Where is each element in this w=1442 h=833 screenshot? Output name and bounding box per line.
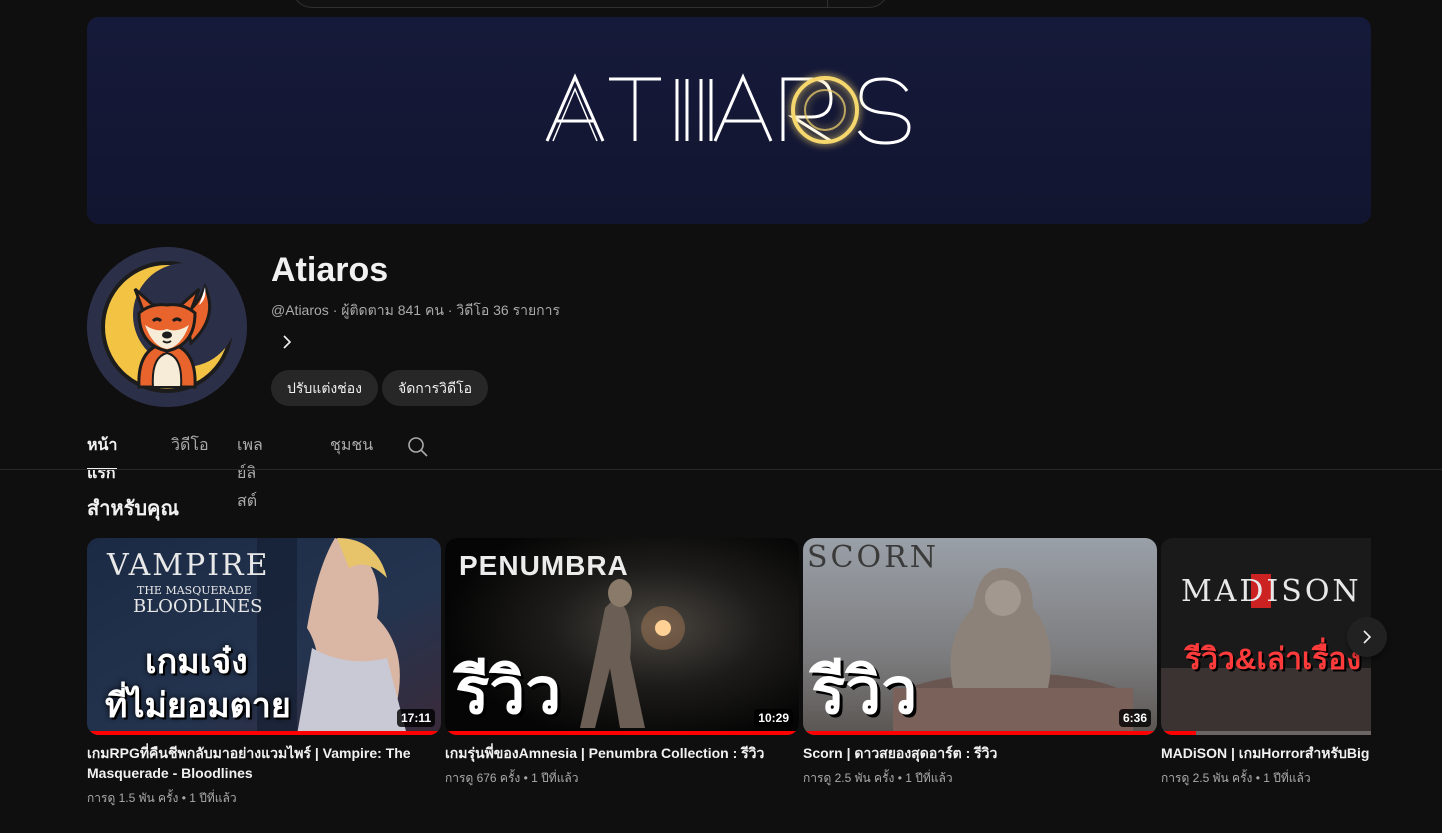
- video-title[interactable]: เกมRPGที่คืนชีพกลับมาอย่างแวมไพร์ | Vamp…: [87, 743, 427, 783]
- video-card[interactable]: SCORN รีวิว 6:36 Scorn | ดาวสยองสุดอาร์ต…: [803, 538, 1157, 788]
- channel-meta: @Atiaros · ผู้ติดตาม 841 คน · วิดีโอ 36 …: [271, 300, 560, 322]
- video-meta: การดู 1.5 พัน ครั้ง • 1 ปีที่แล้ว: [87, 789, 441, 808]
- progress-bar: [87, 731, 441, 735]
- video-title[interactable]: MADiSON | เกมHorrorสำหรับBig Brain: [1161, 743, 1371, 763]
- search-bar-divider: [827, 0, 828, 7]
- subscriber-count: ผู้ติดตาม 841 คน: [341, 302, 444, 318]
- upload-age: 1 ปีที่แล้ว: [531, 771, 579, 785]
- view-count: การดู 1.5 พัน ครั้ง: [87, 791, 179, 805]
- progress-bar: [1161, 731, 1197, 735]
- duration-badge: 6:36: [1118, 709, 1151, 727]
- video-meta: การดู 676 ครั้ง • 1 ปีที่แล้ว: [445, 769, 799, 788]
- video-title[interactable]: Scorn | ดาวสยองสุดอาร์ต : รีวิว: [803, 743, 1143, 763]
- video-card[interactable]: MADISON รีวิว&เล่าเรื่อง MADiSON | เกมHo…: [1161, 538, 1371, 788]
- video-title[interactable]: เกมรุ่นพี่ของAmnesia | Penumbra Collecti…: [445, 743, 785, 763]
- thumb-title: MADISON: [1181, 574, 1362, 609]
- thumb-title: SCORN: [807, 540, 939, 575]
- thumb-subtitle: BLOODLINES: [133, 596, 263, 617]
- tab-community[interactable]: ชุมชน: [330, 432, 373, 468]
- thumb-title: VAMPIRE: [107, 548, 270, 583]
- meta-separator: ·: [447, 302, 453, 318]
- upload-age: 1 ปีที่แล้ว: [189, 791, 237, 805]
- video-thumbnail[interactable]: VAMPIRE THE MASQUERADE BLOODLINES เกมเจ๋…: [87, 538, 441, 735]
- progress-bar: [803, 731, 1157, 735]
- upload-age: 1 ปีที่แล้ว: [905, 771, 953, 785]
- video-meta: การดู 2.5 พัน ครั้ง • 1 ปีที่แล้ว: [1161, 769, 1371, 788]
- duration-badge: 17:11: [396, 709, 435, 727]
- banner-logo: [545, 73, 911, 145]
- video-card[interactable]: VAMPIRE THE MASQUERADE BLOODLINES เกมเจ๋…: [87, 538, 441, 808]
- video-meta: การดู 2.5 พัน ครั้ง • 1 ปีที่แล้ว: [803, 769, 1157, 788]
- tab-videos[interactable]: วิดีโอ: [171, 432, 209, 468]
- shelf-next-button[interactable]: [1347, 617, 1387, 657]
- search-bar[interactable]: [292, 0, 889, 8]
- tab-home[interactable]: หน้าแรก: [87, 432, 118, 482]
- video-thumbnail[interactable]: SCORN รีวิว 6:36: [803, 538, 1157, 735]
- manage-videos-button[interactable]: จัดการวิดีโอ: [382, 370, 489, 406]
- tab-playlists[interactable]: เพลย์ลิสต์: [237, 432, 263, 510]
- video-shelf: VAMPIRE THE MASQUERADE BLOODLINES เกมเจ๋…: [87, 538, 1371, 833]
- chevron-right-icon[interactable]: [279, 332, 295, 352]
- section-title: สำหรับคุณ: [87, 498, 179, 520]
- meta-dot: •: [181, 791, 186, 805]
- upload-age: 1 ปีที่แล้ว: [1263, 771, 1311, 785]
- fox-avatar-icon: [87, 247, 247, 407]
- chevron-right-icon: [1363, 630, 1372, 644]
- video-count: วิดีโอ 36 รายการ: [456, 302, 561, 318]
- channel-banner: [87, 17, 1371, 224]
- channel-name: Atiaros: [271, 251, 389, 289]
- progress-bar: [445, 731, 799, 735]
- video-thumbnail[interactable]: PENUMBRA รีวิว 10:29: [445, 538, 799, 735]
- tabs-divider: [0, 469, 1442, 470]
- view-count: การดู 676 ครั้ง: [445, 771, 521, 785]
- channel-handle: @Atiaros: [271, 302, 329, 318]
- thumb-caption: รีวิว: [811, 655, 918, 727]
- video-card[interactable]: PENUMBRA รีวิว 10:29 เกมรุ่นพี่ของAmnesi…: [445, 538, 799, 788]
- meta-dot: •: [897, 771, 902, 785]
- view-count: การดู 2.5 พัน ครั้ง: [1161, 771, 1253, 785]
- meta-dot: •: [1255, 771, 1260, 785]
- channel-avatar[interactable]: [87, 247, 247, 407]
- search-icon[interactable]: [407, 436, 429, 458]
- thumb-title: PENUMBRA: [459, 550, 629, 581]
- thumb-caption: รีวิว&เล่าเรื่อง: [1185, 643, 1361, 676]
- customize-channel-button[interactable]: ปรับแต่งช่อง: [271, 370, 378, 406]
- meta-dot: •: [523, 771, 528, 785]
- video-thumbnail[interactable]: MADISON รีวิว&เล่าเรื่อง: [1161, 538, 1371, 735]
- thumb-caption: ที่ไม่ยอมตาย: [105, 687, 291, 725]
- thumb-caption: รีวิว: [455, 655, 562, 727]
- view-count: การดู 2.5 พัน ครั้ง: [803, 771, 895, 785]
- meta-separator: ·: [332, 302, 338, 318]
- duration-badge: 10:29: [754, 709, 793, 727]
